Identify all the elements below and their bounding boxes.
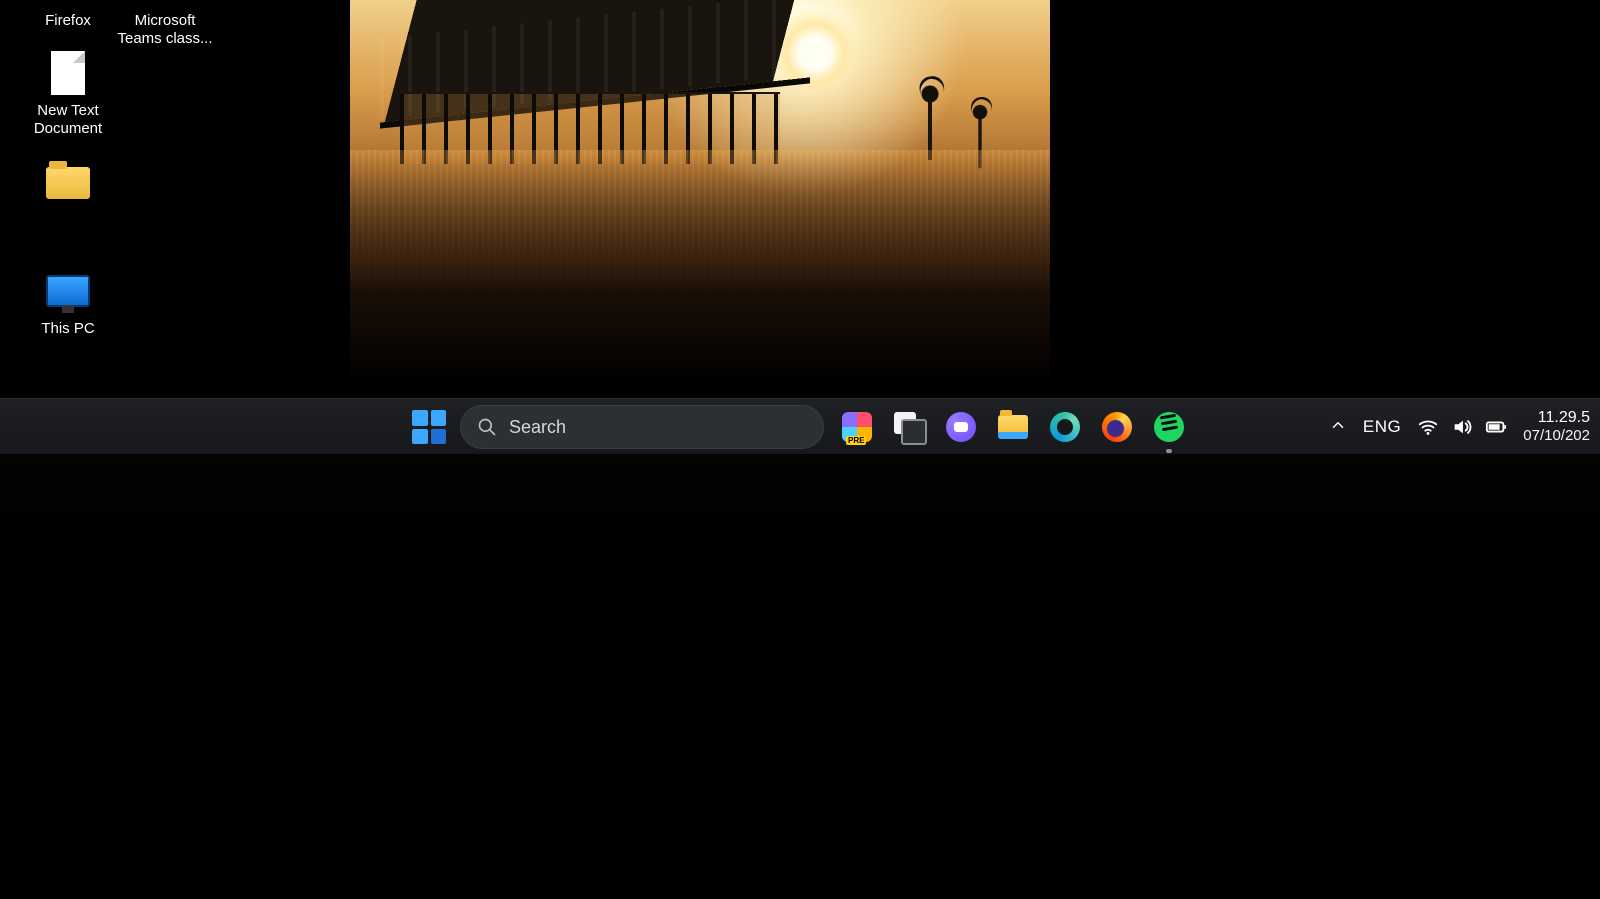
- taskbar-pin-firefox[interactable]: [1098, 408, 1136, 446]
- text-file-icon: [45, 50, 91, 96]
- time-text: 11.29.5: [1523, 409, 1590, 427]
- chat-icon: [946, 412, 976, 442]
- clock[interactable]: 11.29.5 07/10/202: [1523, 409, 1590, 445]
- desktop-icon-label: This PC: [18, 320, 118, 338]
- desktop-icon-firefox[interactable]: Firefox: [18, 0, 118, 30]
- tray-overflow-button[interactable]: [1329, 416, 1347, 439]
- date-text: 07/10/202: [1523, 427, 1590, 445]
- taskbar-pin-chat[interactable]: [942, 408, 980, 446]
- system-tray: ENG 11.29.5 07/10/202: [1329, 399, 1594, 455]
- copilot-icon: [842, 412, 872, 442]
- folder-icon: [45, 160, 91, 206]
- desktop[interactable]: Firefox Microsoft Teams class... New Tex…: [0, 0, 1600, 460]
- search-placeholder: Search: [509, 417, 566, 438]
- quick-settings[interactable]: [1417, 416, 1507, 438]
- desktop-icon-teams[interactable]: Microsoft Teams class...: [115, 0, 215, 48]
- windows-logo-icon: [412, 410, 428, 426]
- spotify-icon: [1154, 412, 1184, 442]
- desktop-icon-label: Firefox: [18, 12, 118, 30]
- desktop-icon-new-text-document[interactable]: New Text Document: [18, 50, 118, 138]
- battery-icon: [1485, 416, 1507, 438]
- taskbar: Search ENG 11.29.5 07/10/202: [0, 398, 1600, 455]
- taskbar-pin-copilot[interactable]: [838, 408, 876, 446]
- volume-icon: [1451, 416, 1473, 438]
- taskbar-search[interactable]: Search: [460, 405, 824, 449]
- taskbar-pin-file-explorer[interactable]: [994, 408, 1032, 446]
- desktop-icon-folder[interactable]: [18, 160, 118, 212]
- wifi-icon: [1417, 416, 1439, 438]
- below-screen-area: [0, 454, 1600, 899]
- firefox-icon: [1102, 412, 1132, 442]
- chevron-up-icon: [1329, 416, 1347, 434]
- language-indicator[interactable]: ENG: [1363, 417, 1401, 437]
- search-icon: [477, 417, 497, 437]
- this-pc-icon: [45, 268, 91, 314]
- taskbar-pin-task-view[interactable]: [890, 408, 928, 446]
- taskbar-pin-edge[interactable]: [1046, 408, 1084, 446]
- wallpaper: [350, 0, 1050, 380]
- task-view-icon: [894, 412, 924, 442]
- firefox-icon: [45, 0, 91, 6]
- start-button[interactable]: [412, 410, 446, 444]
- teams-icon: [142, 0, 188, 6]
- desktop-icon-this-pc[interactable]: This PC: [18, 268, 118, 338]
- desktop-icon-label: Microsoft Teams class...: [115, 12, 215, 48]
- edge-icon: [1050, 412, 1080, 442]
- desktop-icon-label: New Text Document: [18, 102, 118, 138]
- file-explorer-icon: [998, 415, 1028, 439]
- taskbar-pin-spotify[interactable]: [1150, 408, 1188, 446]
